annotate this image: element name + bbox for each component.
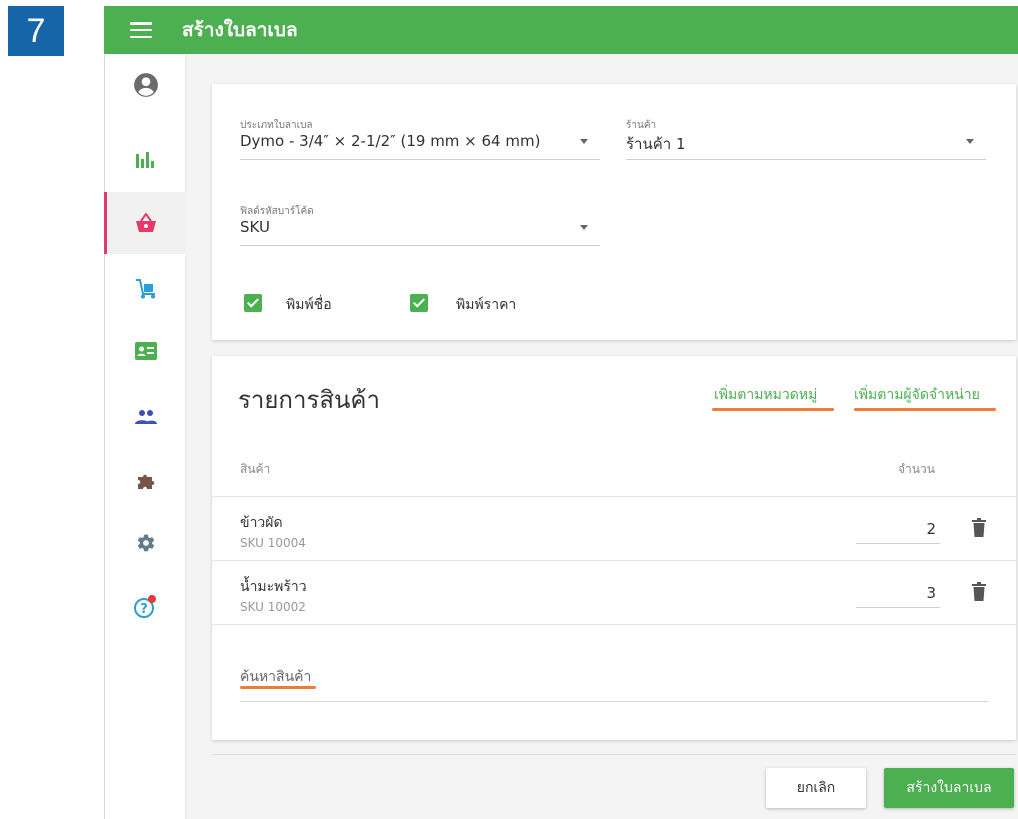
app-bar: สร้างใบลาเบล [104,6,1018,54]
divider [212,624,1016,625]
sidebar-item-inventory[interactable] [105,258,186,320]
label-type-value: Dymo - 3/4″ × 2-1/2″ (19 mm × 64 mm) [240,132,541,150]
column-header-quantity: จำนวน [898,462,935,476]
divider [212,496,1016,497]
print-price-checkbox[interactable] [410,294,428,312]
print-name-checkbox[interactable] [244,294,262,312]
step-badge: 7 [8,6,64,56]
product-sku: SKU 10002 [240,600,306,614]
svg-text:?: ? [140,602,148,617]
divider [212,560,1016,561]
column-header-product: สินค้า [240,462,271,476]
highlight-underline [854,408,996,411]
chevron-down-icon [580,225,588,230]
sidebar-item-employees[interactable] [105,386,186,448]
create-label-button[interactable]: สร้างใบลาเบล [884,768,1014,808]
sidebar-item-settings[interactable] [105,512,186,574]
sidebar-item-account[interactable] [105,54,186,116]
cart-dolly-icon [135,279,155,299]
product-name: น้ำมะพร้าว [240,579,307,595]
trash-icon[interactable] [972,582,986,601]
label-settings-card: ประเภทใบลาเบล Dymo - 3/4″ × 2-1/2″ (19 m… [212,84,1016,340]
divider [212,754,1016,755]
highlight-underline [712,408,834,411]
sidebar-item-items[interactable] [104,192,186,254]
section-title: รายการสินค้า [238,386,380,414]
settings-icon [137,534,154,552]
shopping-basket-icon [135,213,156,232]
quantity-input[interactable]: 2 [856,514,940,544]
search-placeholder: ค้นหาสินค้า [240,669,312,685]
sidebar-item-integrations[interactable] [105,450,186,512]
id-card-icon [134,342,157,360]
barcode-field-select[interactable]: ฟิลด์รหัสบาร์โค้ด SKU [240,204,600,246]
label-type-select[interactable]: ประเภทใบลาเบล Dymo - 3/4″ × 2-1/2″ (19 m… [240,118,600,160]
main-content: ประเภทใบลาเบล Dymo - 3/4″ × 2-1/2″ (19 m… [186,54,1018,819]
sidebar-item-help[interactable]: ? [105,576,186,638]
highlight-underline [240,686,316,689]
barcode-field-value: SKU [240,218,270,236]
add-by-category-link[interactable]: เพิ่มตามหมวดหมู่ [714,384,817,406]
menu-icon[interactable] [130,22,152,38]
print-price-label: พิมพ์ราคา [456,297,517,313]
puzzle-icon [137,474,154,489]
bar-chart-icon [135,152,154,168]
sidebar: ? [104,54,186,819]
add-by-supplier-link[interactable]: เพิ่มตามผู้จัดจำหน่าย [854,384,980,406]
sidebar-item-customers[interactable] [105,320,186,382]
chevron-down-icon [966,139,974,144]
chevron-down-icon [580,139,588,144]
store-select[interactable]: ร้านค้า ร้านค้า 1 [626,118,986,160]
help-icon: ? [133,595,156,618]
product-search-input[interactable]: ค้นหาสินค้า [240,666,988,702]
store-value: ร้านค้า 1 [626,135,686,153]
sidebar-item-reports[interactable] [105,128,186,190]
trash-icon[interactable] [972,518,986,537]
cancel-button[interactable]: ยกเลิก [766,768,866,808]
product-list-card: รายการสินค้า เพิ่มตามหมวดหมู่ เพิ่มตามผู… [212,356,1016,740]
product-sku: SKU 10004 [240,536,306,550]
product-name: ข้าวผัด [240,515,283,531]
print-name-label: พิมพ์ชื่อ [286,297,332,313]
page-title: สร้างใบลาเบล [182,19,298,41]
quantity-input[interactable]: 3 [856,578,940,608]
account-circle-icon [133,73,158,97]
people-icon [134,410,157,424]
